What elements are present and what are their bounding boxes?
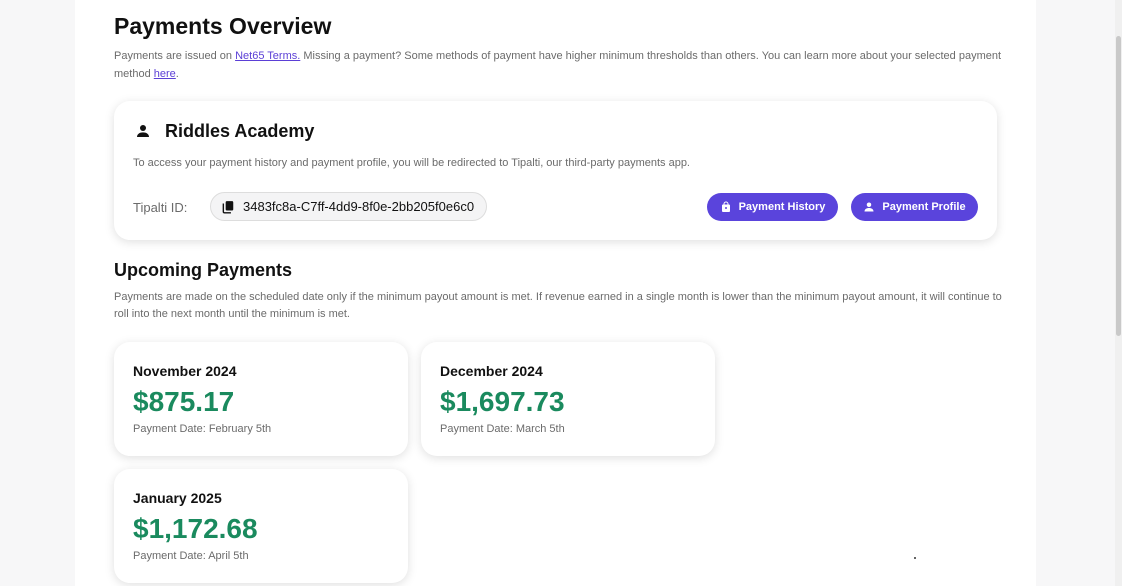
person-icon (864, 202, 874, 212)
payment-amount: $875.17 (133, 386, 235, 417)
payment-card: December 2024 $1,697.73 Payment Date: Ma… (421, 342, 715, 456)
bag-icon (721, 201, 730, 212)
stray-dot (914, 557, 916, 559)
tipalti-id-label: Tipalti ID: (133, 200, 188, 215)
payment-month: January 2025 (133, 490, 222, 506)
upcoming-payments-title: Upcoming Payments (114, 260, 293, 280)
payment-month: December 2024 (440, 363, 543, 379)
net65-terms-link[interactable]: Net65 Terms. (235, 50, 300, 62)
account-description: To access your payment history and payme… (133, 157, 690, 169)
payment-profile-button[interactable]: Payment Profile (851, 193, 978, 221)
account-name: Riddles Academy (165, 121, 315, 141)
main-content: Payments Overview Payments are issued on… (75, 0, 1036, 586)
payment-amount: $1,172.68 (133, 513, 258, 544)
account-card: Riddles Academy To access your payment h… (114, 101, 997, 240)
copy-icon (222, 200, 234, 214)
payment-month: November 2024 (133, 363, 237, 379)
scrollbar[interactable] (1115, 0, 1122, 586)
payment-amount: $1,697.73 (440, 386, 565, 417)
intro-suffix: . (175, 68, 179, 80)
page-title: Payments Overview (114, 13, 332, 39)
payment-method-here-link[interactable]: here (154, 68, 176, 80)
tipalti-id-copy-chip[interactable]: 3483fc8a-C7ff-4dd9-8f0e-2bb205f0e6c0 (210, 192, 488, 221)
scrollbar-thumb[interactable] (1116, 36, 1121, 336)
intro-text: Payments are issued on Net65 Terms. Miss… (114, 47, 1004, 83)
payment-profile-label: Payment Profile (882, 201, 966, 213)
tipalti-id-value: 3483fc8a-C7ff-4dd9-8f0e-2bb205f0e6c0 (243, 199, 475, 214)
payment-date: Payment Date: April 5th (133, 550, 249, 562)
upcoming-payments-description: Payments are made on the scheduled date … (114, 291, 1002, 320)
payment-history-button[interactable]: Payment History (707, 193, 838, 221)
payment-history-label: Payment History (738, 201, 826, 213)
payment-card: January 2025 $1,172.68 Payment Date: Apr… (114, 469, 408, 583)
payment-card: November 2024 $875.17 Payment Date: Febr… (114, 342, 408, 456)
payment-date: Payment Date: February 5th (133, 423, 272, 435)
person-icon (137, 125, 149, 137)
payment-date: Payment Date: March 5th (440, 423, 565, 435)
intro-prefix: Payments are issued on (114, 50, 233, 62)
